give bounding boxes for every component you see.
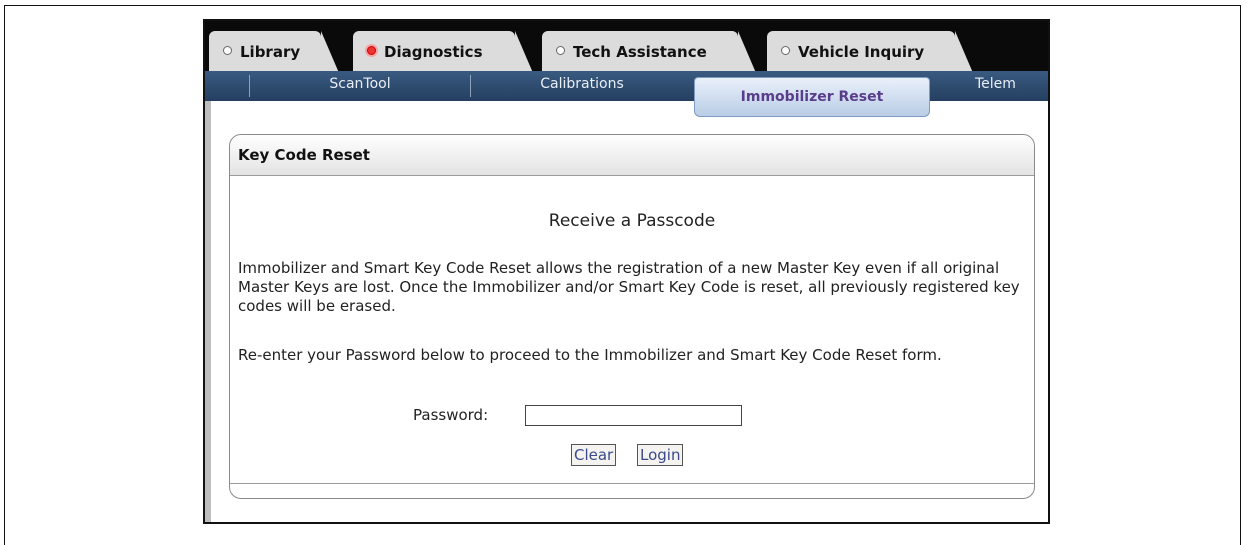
description-text: Immobilizer and Smart Key Code Reset all… [238,259,1020,315]
tab-label: Library [240,43,301,61]
sub-nav: ScanTool Calibrations Immobilizer Reset … [205,71,1048,117]
password-input[interactable] [525,405,742,426]
tab-library[interactable]: Library [209,31,339,73]
instruction-text: Re-enter your Password below to proceed … [238,346,942,364]
main-tab-bar: Library Diagnostics Tech Assistance Vehi… [205,21,1048,73]
subnav-item-scantool[interactable]: ScanTool [250,71,470,101]
subnav-label: Calibrations [540,76,624,92]
subnav-label: ScanTool [329,76,391,92]
subnav-item-telem[interactable]: Telem [975,71,1048,101]
subnav-item-calibrations[interactable]: Calibrations [471,71,693,101]
tab-label: Diagnostics [384,43,483,61]
panel-header: Key Code Reset [230,135,1034,176]
tab-tech-assistance[interactable]: Tech Assistance [542,31,756,73]
red-radio-dot-icon [367,46,376,55]
subnav-label: Immobilizer Reset [740,89,884,105]
tab-diagnostics[interactable]: Diagnostics [353,31,533,73]
tab-label: Vehicle Inquiry [798,43,925,61]
radio-dot-icon [556,46,565,55]
subnav-item-immobilizer-reset[interactable]: Immobilizer Reset [694,77,930,117]
subnav-label: Telem [975,76,1016,92]
left-border [205,101,211,522]
radio-dot-icon [781,46,790,55]
tab-label: Tech Assistance [573,43,707,61]
section-title: Receive a Passcode [548,211,716,231]
clear-button[interactable]: Clear [571,444,617,466]
login-button[interactable]: Login [637,444,684,466]
key-code-reset-panel: Key Code Reset Receive a Passcode Immobi… [229,134,1035,499]
tab-vehicle-inquiry[interactable]: Vehicle Inquiry [767,31,973,73]
app-window: Library Diagnostics Tech Assistance Vehi… [203,19,1050,524]
panel-footer-divider [230,483,1034,484]
password-label: Password: [413,406,489,424]
radio-dot-icon [223,46,232,55]
